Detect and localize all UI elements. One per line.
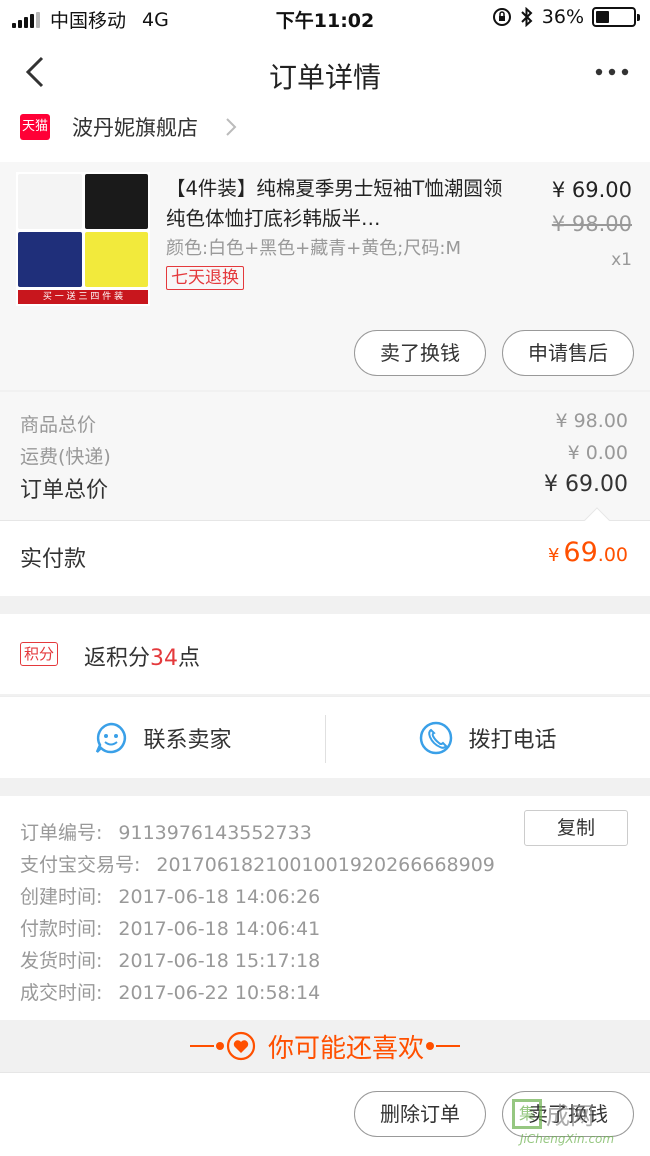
- recommendation-header: 你可能还喜欢: [0, 1020, 650, 1072]
- contact-bar: 联系卖家 拨打电话: [0, 696, 650, 778]
- goods-total-value: ¥ 98.00: [555, 410, 628, 432]
- rotation-lock-icon: [492, 8, 511, 26]
- order-info: 订单编号: 9113976143552733 支付宝交易号: 20170618210…: [0, 796, 650, 1020]
- call-phone-button[interactable]: 拨打电话: [325, 697, 650, 779]
- product-thumbnail[interactable]: 买 一 送 三 四 件 装: [16, 172, 150, 306]
- status-bar: 中国移动 4G 下午11:02 36%: [0, 0, 650, 36]
- completed-time: 2017-06-22 10:58:14: [118, 982, 321, 1004]
- bottom-action-bar: 删除订单 卖了换钱 集 成网 JiChengXin.com: [0, 1072, 650, 1156]
- shirt-white: [18, 174, 82, 229]
- order-total-value: ¥ 69.00: [544, 472, 628, 497]
- goods-total-label: 商品总价: [20, 414, 97, 436]
- points-tag: 积分: [20, 642, 59, 666]
- nav-bar: 订单详情: [0, 36, 650, 110]
- call-phone-label: 拨打电话: [468, 728, 557, 753]
- info-label: 创建时间:: [20, 886, 103, 908]
- info-label: 付款时间:: [20, 918, 103, 940]
- product-spec: 颜色:白色+黑色+藏青+黄色;尺码:M: [166, 238, 461, 259]
- info-row: 付款时间: 2017-06-18 14:06:41: [20, 914, 320, 941]
- page-title: 订单详情: [268, 61, 381, 94]
- copy-button[interactable]: 复制: [524, 810, 628, 846]
- more-icon[interactable]: [594, 62, 630, 82]
- contact-seller-label: 联系卖家: [143, 728, 232, 753]
- contact-seller-button[interactable]: 联系卖家: [0, 697, 325, 779]
- watermark-box: 集: [512, 1098, 542, 1129]
- battery-icon: [592, 7, 640, 27]
- watermark-en: JiChengXin.com: [520, 1132, 615, 1146]
- points-suffix: 点: [178, 646, 201, 671]
- price-summary: 商品总价 ¥ 98.00 运费(快递) ¥ 0.00 订单总价 ¥ 69.00: [0, 392, 650, 520]
- paid-integer: 69: [563, 537, 598, 568]
- bluetooth-icon: [521, 7, 533, 27]
- return-policy-tag: 七天退换: [166, 266, 244, 290]
- watermark-cn: 成网: [546, 1102, 594, 1130]
- chevron-right-icon: [226, 118, 237, 136]
- shirt-navy: [18, 232, 82, 287]
- paid-currency: ¥: [547, 545, 560, 566]
- product-card: 买 一 送 三 四 件 装 【4件装】纯棉夏季男士短袖T恤潮圆领纯色体恤打底衫韩…: [0, 162, 650, 390]
- info-row: 支付宝交易号: 2017061821001001920266668909: [20, 850, 495, 877]
- info-label: 发货时间:: [20, 950, 103, 972]
- alipay-trade-number: 2017061821001001920266668909: [156, 854, 495, 876]
- shipped-time: 2017-06-18 15:17:18: [118, 950, 321, 972]
- points-text: 返积分34点: [84, 640, 200, 672]
- sell-button[interactable]: 卖了换钱: [354, 330, 486, 376]
- points-row: 积分 返积分34点: [0, 614, 650, 694]
- points-prefix: 返积分: [84, 646, 151, 671]
- divider-left: [189, 1042, 224, 1050]
- divider-right: [426, 1042, 460, 1050]
- thumbnail-banner: 买 一 送 三 四 件 装: [18, 290, 148, 304]
- product-price: ¥ 69.00: [551, 178, 632, 202]
- product-original-price: ¥ 98.00: [551, 212, 632, 236]
- delete-order-button[interactable]: 删除订单: [354, 1091, 486, 1137]
- aftersale-button[interactable]: 申请售后: [502, 330, 634, 376]
- phone-icon: [420, 721, 453, 755]
- shipping-value: ¥ 0.00: [567, 442, 628, 464]
- chat-bubble-icon: [96, 722, 127, 754]
- paid-row: 实付款 ¥ 69 .00: [0, 507, 650, 596]
- tmall-logo: 天猫: [20, 114, 50, 140]
- paid-amount: ¥ 69 .00: [548, 537, 628, 568]
- info-row: 发货时间: 2017-06-18 15:17:18: [20, 946, 320, 973]
- heart-icon: [226, 1031, 256, 1061]
- shirt-black: [84, 174, 148, 229]
- paid-label: 实付款: [20, 547, 87, 572]
- info-row: 订单编号: 9113976143552733: [20, 818, 312, 845]
- info-row: 成交时间: 2017-06-22 10:58:14: [20, 978, 320, 1005]
- info-label: 成交时间:: [20, 982, 103, 1004]
- order-total-label: 订单总价: [20, 478, 109, 503]
- shop-row[interactable]: 天猫 波丹妮旗舰店: [0, 110, 650, 162]
- points-value: 34: [150, 646, 179, 671]
- created-time: 2017-06-18 14:06:26: [118, 886, 321, 908]
- recommendation-title: 你可能还喜欢: [267, 1033, 424, 1064]
- info-label: 支付宝交易号:: [20, 854, 141, 876]
- shipping-label: 运费(快递): [20, 446, 111, 468]
- paid-decimal: .00: [597, 544, 628, 566]
- paid-time: 2017-06-18 14:06:41: [118, 918, 321, 940]
- shirt-yellow: [84, 232, 148, 287]
- battery-percent: 36%: [541, 6, 584, 28]
- info-label: 订单编号:: [20, 822, 103, 844]
- product-title[interactable]: 【4件装】纯棉夏季男士短袖T恤潮圆领纯色体恤打底衫韩版半…: [166, 174, 506, 234]
- watermark: 集 成网 JiChengXin.com: [512, 1096, 642, 1152]
- order-number: 9113976143552733: [118, 822, 312, 844]
- product-quantity: x1: [611, 250, 632, 270]
- shop-name[interactable]: 波丹妮旗舰店: [72, 112, 198, 142]
- info-row: 创建时间: 2017-06-18 14:06:26: [20, 882, 320, 909]
